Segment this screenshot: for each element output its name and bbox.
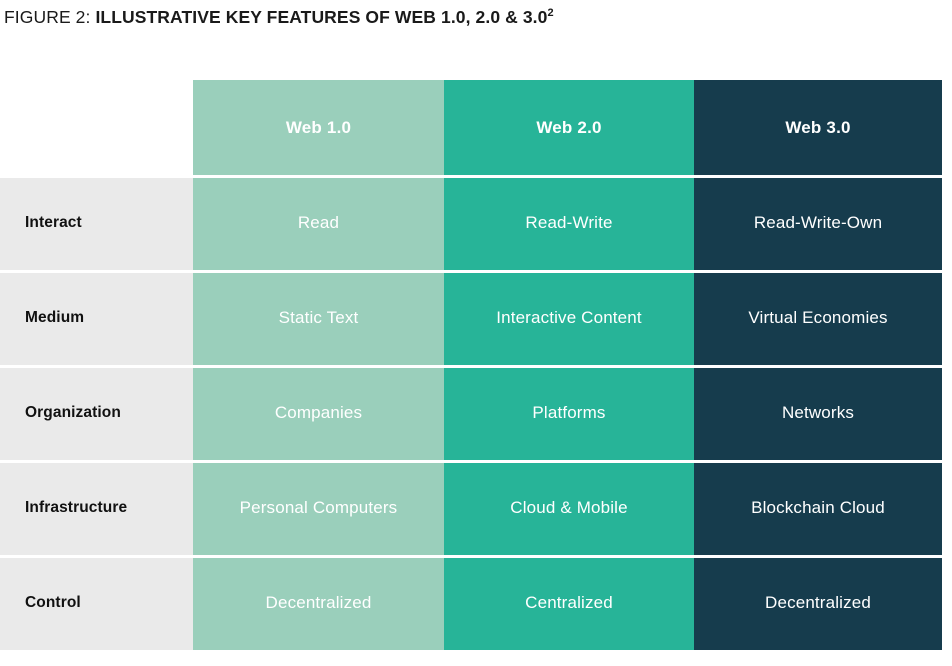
row-separator <box>0 175 193 178</box>
row-separator <box>444 555 694 558</box>
cell-infrastructure-web1: Personal Computers <box>193 460 444 555</box>
row-separator <box>193 555 444 558</box>
table-row: Control <box>0 555 193 650</box>
cell-control-web3: Decentralized <box>694 555 942 650</box>
cell-infrastructure-web2: Cloud & Mobile <box>444 460 694 555</box>
figure-container: FIGURE 2: ILLUSTRATIVE KEY FEATURES OF W… <box>0 0 952 666</box>
cell-medium-web2-text: Interactive Content <box>496 307 642 327</box>
cell-interact-web2-text: Read-Write <box>525 212 613 232</box>
row-separator <box>444 460 694 463</box>
figure-number-label: FIGURE 2: <box>4 7 91 27</box>
row-label-organization: Organization <box>25 403 121 421</box>
cell-interact-web1-text: Read <box>297 212 340 232</box>
comparison-table: Web 1.0 Web 2.0 Web 3.0 Interact Read Re… <box>0 80 942 650</box>
cell-organization-web2: Platforms <box>444 365 694 460</box>
cell-control-web2: Centralized <box>444 555 694 650</box>
figure-title: FIGURE 2: ILLUSTRATIVE KEY FEATURES OF W… <box>4 4 944 30</box>
row-separator <box>193 365 444 368</box>
cell-interact-web2: Read-Write <box>444 175 694 270</box>
table-row: Interact <box>0 175 193 270</box>
row-separator <box>444 365 694 368</box>
table-row: Organization <box>0 365 193 460</box>
figure-footnote-marker: 2 <box>547 7 554 20</box>
cell-medium-web1-text: Static Text <box>278 307 359 327</box>
column-header-web3-label: Web 3.0 <box>785 117 851 137</box>
cell-medium-web3-text: Virtual Economies <box>748 307 888 327</box>
cell-control-web3-text: Decentralized <box>765 592 871 612</box>
cell-organization-web1: Companies <box>193 365 444 460</box>
row-separator <box>694 460 942 463</box>
cell-infrastructure-web2-text: Cloud & Mobile <box>510 497 628 517</box>
table-corner-cell <box>0 80 193 175</box>
row-label-control: Control <box>25 593 81 611</box>
column-header-web3: Web 3.0 <box>694 80 942 175</box>
row-label-interact: Interact <box>25 213 82 231</box>
row-separator <box>694 270 942 273</box>
cell-organization-web2-text: Platforms <box>532 402 606 422</box>
row-separator <box>694 175 942 178</box>
figure-title-text: ILLUSTRATIVE KEY FEATURES OF WEB 1.0, 2.… <box>95 7 548 27</box>
row-separator <box>193 270 444 273</box>
row-separator <box>444 175 694 178</box>
cell-control-web1-text: Decentralized <box>265 592 372 612</box>
row-separator <box>0 365 193 368</box>
cell-organization-web3: Networks <box>694 365 942 460</box>
row-separator <box>0 460 193 463</box>
row-label-infrastructure: Infrastructure <box>25 498 128 516</box>
cell-medium-web3: Virtual Economies <box>694 270 942 365</box>
row-separator <box>0 555 193 558</box>
row-label-medium: Medium <box>25 308 85 326</box>
cell-infrastructure-web1-text: Personal Computers <box>239 497 398 517</box>
column-header-web2-label: Web 2.0 <box>536 117 602 137</box>
cell-interact-web3-text: Read-Write-Own <box>753 212 883 232</box>
cell-control-web1: Decentralized <box>193 555 444 650</box>
column-header-web1: Web 1.0 <box>193 80 444 175</box>
row-separator <box>193 460 444 463</box>
column-header-web1-label: Web 1.0 <box>285 117 352 137</box>
cell-medium-web1: Static Text <box>193 270 444 365</box>
row-separator <box>193 175 444 178</box>
cell-interact-web3: Read-Write-Own <box>694 175 942 270</box>
cell-medium-web2: Interactive Content <box>444 270 694 365</box>
row-separator <box>694 555 942 558</box>
cell-infrastructure-web3: Blockchain Cloud <box>694 460 942 555</box>
row-separator <box>0 270 193 273</box>
cell-organization-web3-text: Networks <box>781 402 855 422</box>
row-separator <box>444 270 694 273</box>
row-separator <box>694 365 942 368</box>
cell-control-web2-text: Centralized <box>525 592 613 612</box>
cell-interact-web1: Read <box>193 175 444 270</box>
cell-organization-web1-text: Companies <box>274 402 363 422</box>
cell-infrastructure-web3-text: Blockchain Cloud <box>751 497 885 517</box>
column-header-web2: Web 2.0 <box>444 80 694 175</box>
table-row: Infrastructure <box>0 460 193 555</box>
table-row: Medium <box>0 270 193 365</box>
